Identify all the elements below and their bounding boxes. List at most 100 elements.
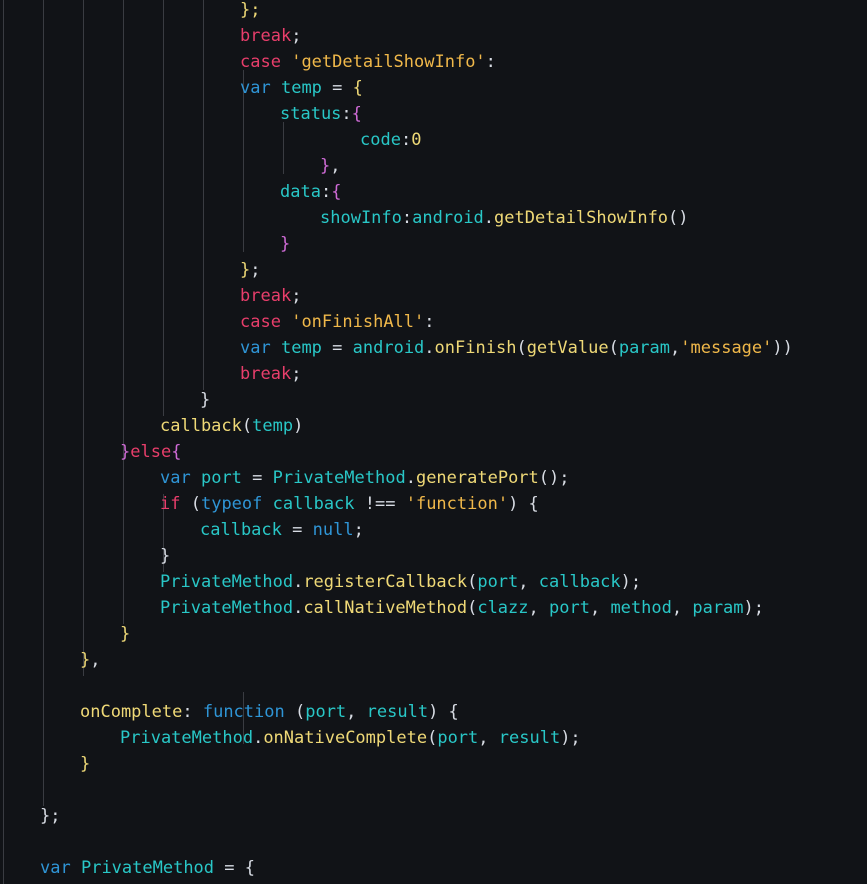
code-line[interactable]: }else{ bbox=[0, 439, 867, 465]
code-line[interactable]: PrivateMethod.onNativeComplete(port, res… bbox=[0, 725, 867, 751]
code-token: ; bbox=[291, 286, 302, 306]
code-token: = bbox=[281, 520, 313, 540]
code-token: onFinish bbox=[434, 338, 517, 358]
code-token: = bbox=[321, 78, 353, 98]
code-line[interactable]: callback = null; bbox=[0, 517, 867, 543]
code-token: ; bbox=[353, 520, 364, 540]
code-line[interactable] bbox=[0, 777, 867, 803]
code-token: break bbox=[240, 364, 292, 384]
code-token: callNativeMethod bbox=[303, 598, 468, 618]
code-line[interactable]: var PrivateMethod = { bbox=[0, 855, 867, 881]
code-token: { bbox=[352, 78, 363, 98]
code-line[interactable]: var port = PrivateMethod.generatePort(); bbox=[0, 465, 867, 491]
code-token: { bbox=[244, 858, 255, 878]
code-token: clazz bbox=[477, 598, 529, 618]
code-token: PrivateMethod bbox=[272, 468, 406, 488]
code-line[interactable]: break; bbox=[0, 283, 867, 309]
code-token: typeof bbox=[200, 494, 263, 514]
code-line[interactable]: } bbox=[0, 387, 867, 413]
code-token: 'onFinishAll' bbox=[291, 312, 425, 332]
code-token: } bbox=[160, 546, 171, 566]
code-token: PrivateMethod bbox=[80, 858, 215, 878]
code-line[interactable]: showInfo:android.getDetailShowInfo() bbox=[0, 205, 867, 231]
code-token: ( bbox=[467, 598, 478, 618]
code-line[interactable] bbox=[0, 829, 867, 855]
code-token: case bbox=[240, 52, 281, 72]
code-token: ; bbox=[250, 260, 261, 280]
code-line[interactable]: break; bbox=[0, 23, 867, 49]
code-line[interactable]: var temp = android.onFinish(getValue(par… bbox=[0, 335, 867, 361]
code-token: case bbox=[240, 312, 281, 332]
code-token: } bbox=[80, 754, 91, 774]
code-token: callback bbox=[538, 572, 621, 592]
code-line[interactable]: } bbox=[0, 621, 867, 647]
code-token: break bbox=[240, 26, 292, 46]
code-token: } bbox=[120, 442, 131, 462]
code-token: function bbox=[202, 702, 285, 722]
code-line[interactable]: break; bbox=[0, 361, 867, 387]
code-token: , bbox=[528, 598, 549, 618]
code-line[interactable]: PrivateMethod.registerCallback(port, cal… bbox=[0, 569, 867, 595]
code-line[interactable]: }, bbox=[0, 647, 867, 673]
code-token: . bbox=[293, 598, 304, 618]
code-line[interactable]: } bbox=[0, 751, 867, 777]
code-token: : bbox=[400, 130, 412, 150]
code-token: PrivateMethod bbox=[160, 572, 294, 592]
code-token: ); bbox=[560, 728, 581, 748]
code-line[interactable]: }; bbox=[0, 257, 867, 283]
code-token: data bbox=[280, 182, 321, 202]
code-line[interactable]: }, bbox=[0, 153, 867, 179]
code-line[interactable]: }; bbox=[0, 803, 867, 829]
code-token: registerCallback bbox=[303, 572, 468, 592]
code-line[interactable]: } bbox=[0, 231, 867, 257]
code-line[interactable]: code:0 bbox=[0, 127, 867, 153]
code-line[interactable]: var temp = { bbox=[0, 75, 867, 101]
code-token: generatePort bbox=[415, 468, 539, 488]
code-token: callback bbox=[160, 416, 242, 436]
code-token: ; bbox=[291, 364, 302, 384]
code-line[interactable]: if (typeof callback !== 'function') { bbox=[0, 491, 867, 517]
code-line[interactable]: status:{ bbox=[0, 101, 867, 127]
code-token: getDetailShowInfo bbox=[494, 208, 669, 228]
code-line[interactable]: callback(temp) bbox=[0, 413, 867, 439]
code-token: , bbox=[671, 598, 693, 618]
code-token: var bbox=[240, 338, 271, 358]
code-token: ( bbox=[608, 338, 619, 358]
code-editor-pane[interactable]: }; break; case 'getDetailShowInfo': var tem… bbox=[0, 0, 867, 884]
code-token: PrivateMethod bbox=[160, 598, 294, 618]
code-token: !== bbox=[354, 494, 406, 514]
code-line[interactable]: case 'getDetailShowInfo': bbox=[0, 49, 867, 75]
code-token: getValue bbox=[526, 338, 609, 358]
code-line[interactable] bbox=[0, 673, 867, 699]
code-line[interactable]: onComplete: function (port, result) { bbox=[0, 699, 867, 725]
code-token: android bbox=[412, 208, 484, 228]
code-token: var bbox=[240, 78, 271, 98]
code-line[interactable]: }; bbox=[0, 0, 867, 23]
code-content[interactable]: }; break; case 'getDetailShowInfo': var tem… bbox=[0, 0, 867, 881]
code-line[interactable]: PrivateMethod.callNativeMethod(clazz, po… bbox=[0, 595, 867, 621]
code-token: ); bbox=[743, 598, 765, 618]
code-token: ( bbox=[467, 572, 478, 592]
code-token: , bbox=[670, 338, 681, 358]
code-token: ( bbox=[241, 416, 253, 436]
code-token: : bbox=[182, 702, 203, 722]
code-token: ( bbox=[516, 338, 527, 358]
code-token: } bbox=[200, 390, 211, 410]
code-token: = bbox=[241, 468, 273, 488]
code-line[interactable]: case 'onFinishAll': bbox=[0, 309, 867, 335]
code-token: , bbox=[478, 728, 499, 748]
code-token: () bbox=[668, 208, 689, 228]
code-token: code bbox=[360, 130, 401, 150]
code-token: : bbox=[485, 52, 496, 72]
code-line[interactable]: data:{ bbox=[0, 179, 867, 205]
code-line[interactable]: } bbox=[0, 543, 867, 569]
code-token: } bbox=[80, 650, 91, 670]
code-token: port bbox=[305, 702, 347, 722]
code-token: port bbox=[200, 468, 242, 488]
code-token: status bbox=[280, 104, 342, 124]
code-token: = bbox=[321, 338, 353, 358]
code-token: ; bbox=[291, 26, 302, 46]
code-token: ( bbox=[180, 494, 201, 514]
